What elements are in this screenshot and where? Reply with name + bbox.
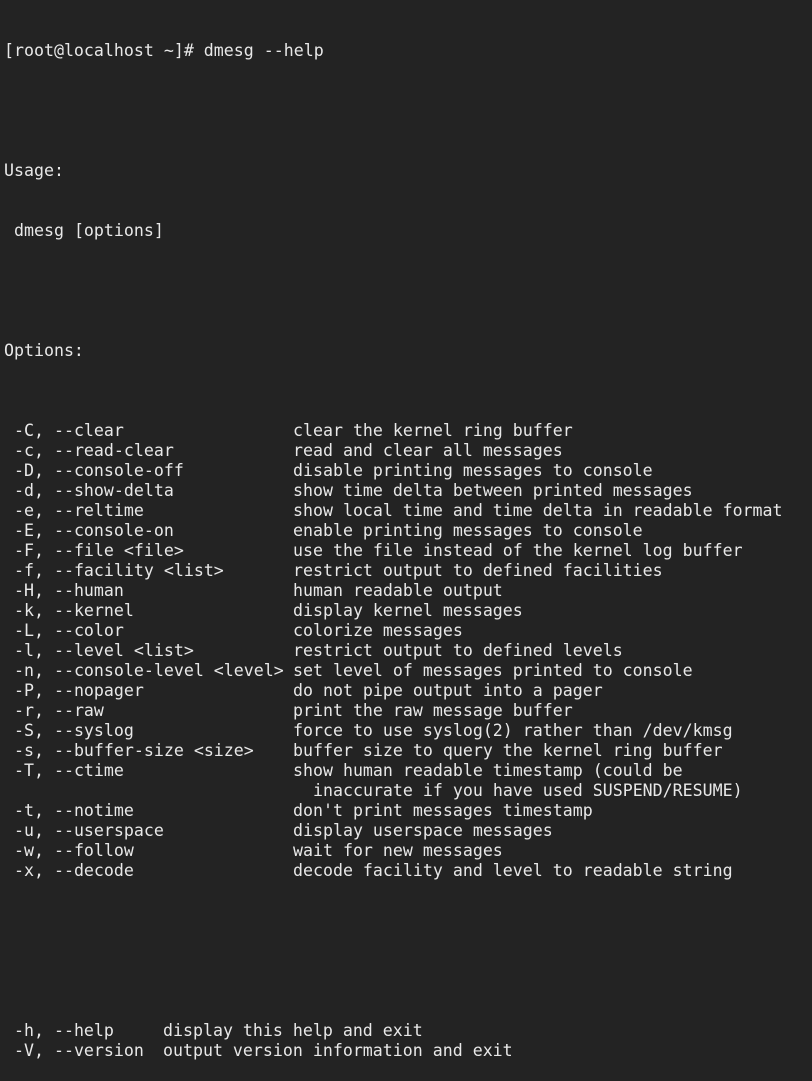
option-description: human readable output	[293, 581, 503, 600]
option-row: -l, --level <list> restrict output to def…	[4, 641, 812, 661]
option-description: don't print messages timestamp	[293, 801, 593, 820]
option-description: display userspace messages	[293, 821, 553, 840]
option-row: -L, --color colorize messages	[4, 621, 812, 641]
option-description: colorize messages	[293, 621, 463, 640]
option-flag: -c, --read-clear	[14, 441, 174, 460]
option-row: -n, --console-level <level> set level of …	[4, 661, 812, 681]
options-heading: Options:	[4, 341, 84, 360]
option-flag: -r, --raw	[14, 701, 104, 720]
option-flag: -l, --level <list>	[14, 641, 194, 660]
option-flag: -f, --facility <list>	[14, 561, 224, 580]
option-description: do not pipe output into a pager	[293, 681, 603, 700]
usage-line: dmesg [options]	[14, 221, 164, 240]
option-flag: -D, --console-off	[14, 461, 184, 480]
general-option-flag: -V, --version	[14, 1041, 144, 1060]
option-row: -S, --syslog force to use syslog(2) rathe…	[4, 721, 812, 741]
option-row: -P, --nopager do not pipe output into a p…	[4, 681, 812, 701]
option-flag: -u, --userspace	[14, 821, 164, 840]
option-description: disable printing messages to console	[293, 461, 653, 480]
option-flag: -H, --human	[14, 581, 124, 600]
option-flag: -E, --console-on	[14, 521, 174, 540]
option-row: -w, --follow wait for new messages	[4, 841, 812, 861]
option-row: -d, --show-delta show time delta between …	[4, 481, 812, 501]
general-option-row: -h, --help display this help and exit	[4, 1021, 812, 1041]
general-option-description: display this help and exit	[163, 1021, 423, 1040]
option-description: print the raw message buffer	[293, 701, 573, 720]
option-flag: -w, --follow	[14, 841, 134, 860]
option-flag: -k, --kernel	[14, 601, 134, 620]
option-row: -F, --file <file> use the file instead of…	[4, 541, 812, 561]
option-row: -T, --ctime show human readable timestamp…	[4, 761, 812, 781]
option-description: enable printing messages to console	[293, 521, 643, 540]
option-flag: -F, --file <file>	[14, 541, 184, 560]
option-row: -c, --read-clear read and clear all messa…	[4, 441, 812, 461]
option-row: -e, --reltime show local time and time de…	[4, 501, 812, 521]
shell-prompt-command: [root@localhost ~]# dmesg --help	[4, 41, 324, 60]
general-option-flag: -h, --help	[14, 1021, 114, 1040]
option-row: -D, --console-off disable printing messag…	[4, 461, 812, 481]
option-row-continuation: inaccurate if you have used SUSPEND/RESU…	[4, 781, 812, 801]
options-list: -C, --clear clear the kernel ring buffer -…	[4, 421, 812, 881]
option-flag: -S, --syslog	[14, 721, 134, 740]
option-flag: -T, --ctime	[14, 761, 124, 780]
option-row: -s, --buffer-size <size> buffer size to q…	[4, 741, 812, 761]
option-row: -u, --userspace display userspace message…	[4, 821, 812, 841]
option-description: buffer size to query the kernel ring buf…	[293, 741, 723, 760]
usage-heading: Usage:	[4, 161, 64, 180]
option-row: -t, --notime don't print messages timesta…	[4, 801, 812, 821]
option-row: -C, --clear clear the kernel ring buffer	[4, 421, 812, 441]
option-flag: -d, --show-delta	[14, 481, 174, 500]
option-flag: -L, --color	[14, 621, 124, 640]
option-description: restrict output to defined levels	[293, 641, 623, 660]
option-row: -r, --raw print the raw message buffer	[4, 701, 812, 721]
general-option-row: -V, --version output version information …	[4, 1041, 812, 1061]
option-description: force to use syslog(2) rather than /dev/…	[293, 721, 733, 740]
option-description-continuation: inaccurate if you have used SUSPEND/RESU…	[313, 781, 743, 800]
option-row: -k, --kernel display kernel messages	[4, 601, 812, 621]
option-description: show time delta between printed messages	[293, 481, 693, 500]
general-options-list: -h, --help display this help and exit -V, …	[4, 1021, 812, 1061]
option-flag: -e, --reltime	[14, 501, 144, 520]
option-description: show local time and time delta in readab…	[293, 501, 783, 520]
terminal-window[interactable]: [root@localhost ~]# dmesg --help Usage: …	[0, 0, 812, 1060]
option-flag: -s, --buffer-size <size>	[14, 741, 254, 760]
option-flag: -t, --notime	[14, 801, 134, 820]
option-row: -E, --console-on enable printing messages…	[4, 521, 812, 541]
general-option-description: output version information and exit	[163, 1041, 513, 1060]
option-flag: -C, --clear	[14, 421, 124, 440]
option-description: display kernel messages	[293, 601, 523, 620]
option-row: -f, --facility <list> restrict output to …	[4, 561, 812, 581]
option-flag: -P, --nopager	[14, 681, 144, 700]
option-flag: -n, --console-level <level>	[14, 661, 284, 680]
option-description: restrict output to defined facilities	[293, 561, 663, 580]
option-flag: -x, --decode	[14, 861, 134, 880]
option-description: read and clear all messages	[293, 441, 563, 460]
option-description: wait for new messages	[293, 841, 503, 860]
option-description: clear the kernel ring buffer	[293, 421, 573, 440]
option-row: -x, --decode decode facility and level to…	[4, 861, 812, 881]
option-description: decode facility and level to readable st…	[293, 861, 733, 880]
option-description: show human readable timestamp (could be	[293, 761, 683, 780]
option-row: -H, --human human readable output	[4, 581, 812, 601]
option-description: set level of messages printed to console	[293, 661, 693, 680]
option-description: use the file instead of the kernel log b…	[293, 541, 743, 560]
